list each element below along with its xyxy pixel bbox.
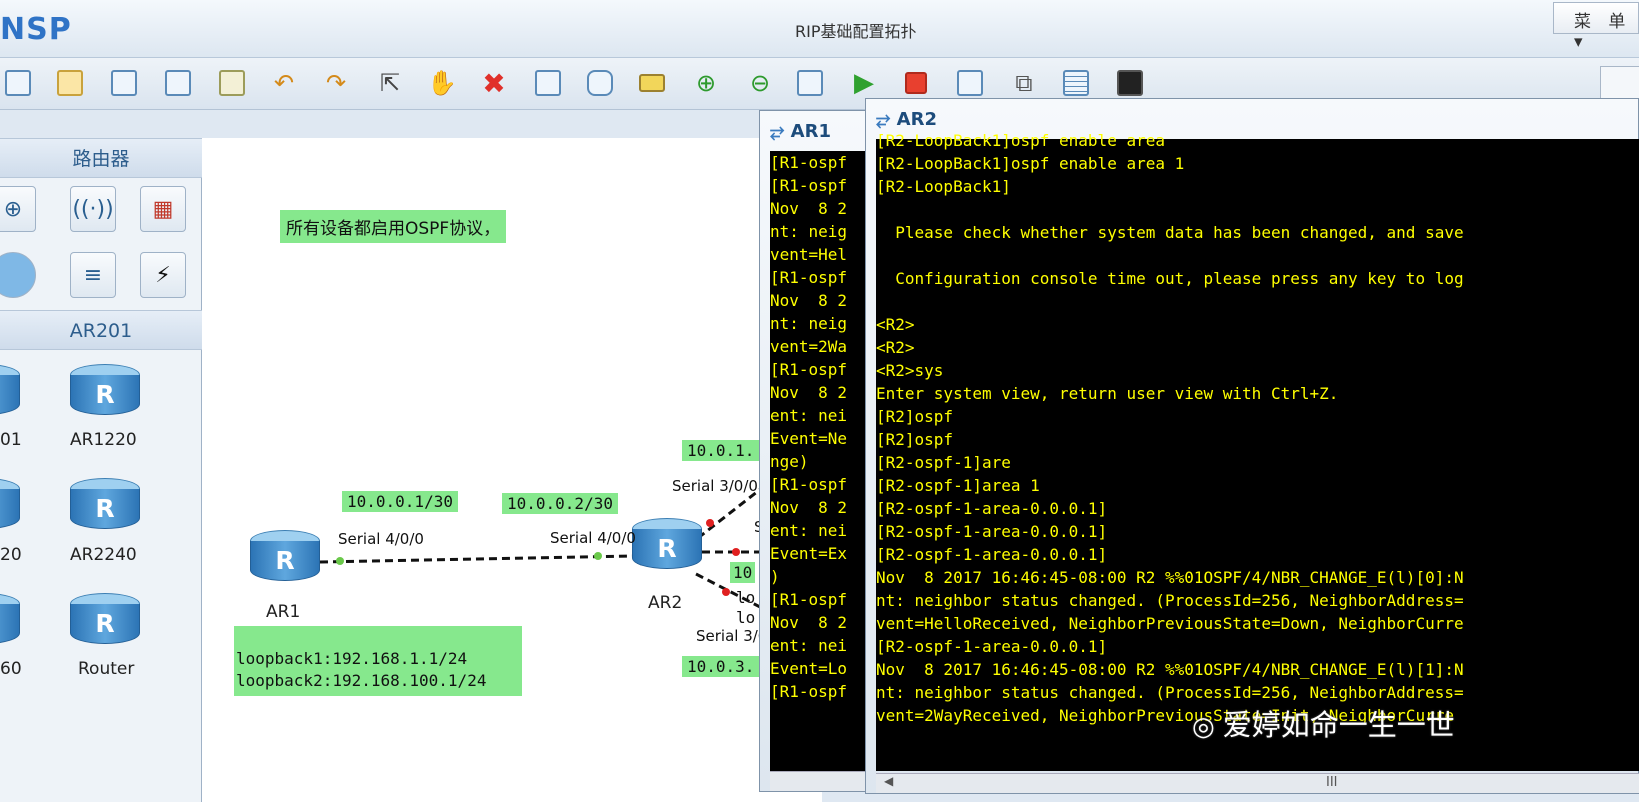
ar2-title-text: AR2 (896, 109, 937, 130)
save-icon[interactable] (108, 67, 140, 99)
ar2-scrollbar[interactable]: ◀ III (876, 773, 1639, 793)
router-type-icon[interactable]: ⊕ (0, 186, 36, 232)
console-icon: ⥂ (770, 121, 791, 142)
category-router[interactable]: 路由器 (0, 138, 202, 178)
router-label-router: Router (78, 659, 135, 679)
link-ar2-top (697, 486, 763, 540)
zoom-out-icon[interactable]: ⊖ (744, 67, 776, 99)
ar2-interface-left-label: Serial 4/0/0 (550, 529, 636, 547)
router-label-ar2240: AR2240 (70, 545, 137, 565)
wechat-icon: ◎ (1192, 712, 1215, 742)
ar1-console-title: ⥂ AR1 (770, 121, 831, 142)
hand-icon[interactable]: ✋ (426, 67, 458, 99)
router-label: 01 (0, 430, 22, 450)
wireless-icon[interactable]: ((·)) (70, 186, 116, 232)
router-label: 60 (0, 659, 22, 679)
ar2-console-window[interactable]: ⥂ AR2 [R2-LoopBack1]ospf enable area [R2… (865, 98, 1639, 794)
loopback2-text: loopback2:192.168.100.1/24 (236, 671, 487, 690)
save-as-icon[interactable] (162, 67, 194, 99)
print-icon[interactable] (216, 67, 248, 99)
menu-button[interactable]: 菜 单▾ (1553, 2, 1639, 52)
router-device[interactable]: R (0, 364, 20, 424)
stub-loopback-1: lo (736, 588, 756, 607)
stub-loopback-2: lo (736, 608, 756, 627)
stop-icon[interactable] (900, 67, 932, 99)
router-ar2-icon[interactable]: R (632, 518, 702, 578)
port-ar2-top (706, 519, 714, 527)
ar2-interface-bottom-label: Serial 3/0 (696, 627, 768, 645)
ar2-terminal-text: [R2-LoopBack1]ospf enable area [R2-LoopB… (876, 131, 1464, 725)
router-ar1-icon[interactable]: R (250, 530, 320, 590)
undo-icon[interactable]: ↶ (268, 67, 300, 99)
window-title: RIP基础配置拓扑 (795, 22, 917, 41)
router-label-ar1220: AR1220 (70, 430, 137, 450)
delete-icon[interactable]: ✖ (478, 67, 510, 100)
link-ar1-ar2 (319, 554, 635, 564)
category-ar201[interactable]: AR201 (0, 310, 202, 350)
title-bar: NSP RIP基础配置拓扑 菜 单▾ (0, 0, 1639, 58)
delete-link-icon[interactable] (532, 67, 564, 99)
watermark: ◎ 爱婷如命一生一世 (1192, 702, 1455, 744)
router-device[interactable]: R (0, 593, 20, 653)
router-generic[interactable]: R (70, 593, 140, 653)
watermark-text: 爱婷如命一生一世 (1222, 708, 1455, 742)
ip-ar2-serial[interactable]: 10.0.0.2/30 (502, 493, 618, 514)
capture-icon[interactable] (954, 67, 986, 99)
scroll-thumb[interactable]: III (1326, 775, 1338, 790)
topology-icon[interactable]: ⧉ (1008, 67, 1040, 99)
router-ar1220[interactable]: R (70, 364, 140, 424)
ar2-console-title: ⥂ AR2 (876, 109, 937, 130)
ar2-label: AR2 (648, 593, 683, 613)
scroll-left-icon[interactable]: ◀ (884, 774, 893, 788)
console-icon: ⥂ (876, 109, 897, 130)
loopback1-text: loopback1:192.168.1.1/24 (236, 649, 468, 668)
ip-bottom-link[interactable]: 10.0.3. (682, 656, 760, 677)
firewall-icon[interactable]: ▦ (140, 186, 186, 232)
redo-icon[interactable]: ↷ (320, 67, 352, 99)
device-panel: 路由器 ⊕ ((·)) ▦ ≡ ⚡ AR201 R 01 R AR1220 R … (0, 138, 202, 802)
cloud-icon[interactable] (0, 252, 36, 298)
ar1-interface-label: Serial 4/0/0 (338, 530, 424, 548)
port-ar2-right (732, 548, 740, 556)
router-label: 20 (0, 545, 22, 565)
switch-icon[interactable]: ≡ (70, 252, 116, 298)
link-lines (319, 486, 763, 610)
port-ar2-bottom (722, 588, 730, 596)
text-note-icon[interactable] (584, 67, 616, 99)
ip-top-link[interactable]: 10.0.1. (682, 440, 760, 461)
stub-ip-10: 10 (730, 562, 756, 583)
router-device[interactable]: R (0, 478, 20, 538)
ar1-label: AR1 (266, 602, 301, 622)
ip-ar1-serial[interactable]: 10.0.0.1/30 (342, 491, 458, 512)
ar1-terminal-text: [R1-ospf [R1-ospf Nov 8 2 nt: neig vent=… (770, 153, 848, 701)
app-logo: NSP (0, 12, 72, 47)
select-pointer-icon[interactable]: ⇱ (374, 67, 406, 99)
ar1-terminal-output[interactable]: [R1-ospf [R1-ospf Nov 8 2 nt: neig vent=… (770, 151, 880, 771)
open-icon[interactable] (54, 67, 86, 99)
power-icon[interactable]: ⚡ (140, 252, 186, 298)
terminal-icon[interactable] (1114, 67, 1146, 99)
fit-icon[interactable] (794, 67, 826, 99)
ar1-scrollbar[interactable] (770, 771, 880, 791)
topology-canvas[interactable]: 所有设备都启用OSPF协议， R AR1 R AR2 Serial 4/0/0 … (202, 138, 822, 802)
loopback-note[interactable]: loopback1:192.168.1.1/24 loopback2:192.1… (234, 626, 522, 696)
port-ar2-s400 (594, 552, 602, 560)
ar2-interface-top-label: Serial 3/0/0 (672, 477, 758, 495)
grid-icon[interactable] (1060, 67, 1092, 99)
ar1-title-text: AR1 (790, 121, 831, 142)
ar2-terminal-output[interactable]: [R2-LoopBack1]ospf enable area [R2-LoopB… (876, 131, 1639, 771)
zoom-in-icon[interactable]: ⊕ (690, 67, 722, 99)
rectangle-icon[interactable] (636, 67, 668, 99)
port-ar1-s400 (336, 557, 344, 565)
new-topo-icon[interactable] (2, 67, 34, 99)
ar1-console-window[interactable]: ⥂ AR1 [R1-ospf [R1-ospf Nov 8 2 nt: neig… (759, 110, 880, 792)
start-icon[interactable]: ▶ (848, 67, 880, 99)
router-ar2240[interactable]: R (70, 478, 140, 538)
